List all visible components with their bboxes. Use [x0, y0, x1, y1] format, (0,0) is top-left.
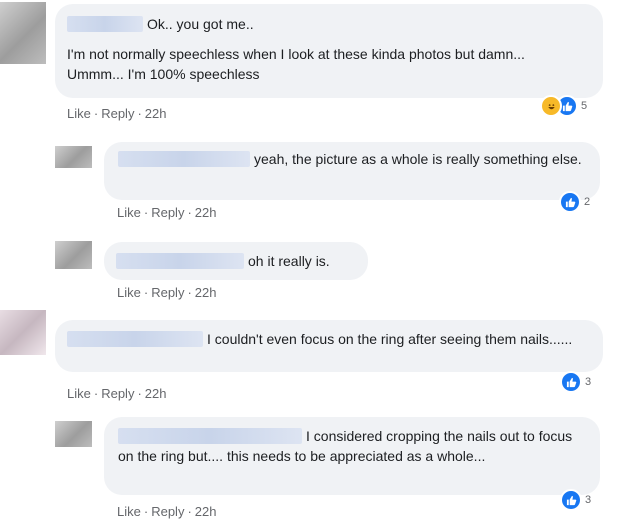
separator: · [187, 504, 192, 519]
reaction-count: 2 [584, 196, 591, 208]
reaction-summary[interactable]: 5 [540, 95, 587, 117]
comment-actions: Like · Reply · 22h [117, 504, 217, 519]
comment-text: oh it really is. [248, 253, 330, 269]
comment-text-line-1: Ok.. you got me.. [147, 16, 254, 32]
comment-text-body: I'm not normally speechless when I look … [67, 46, 525, 82]
reaction-count: 3 [585, 494, 592, 506]
like-link[interactable]: Like [117, 285, 141, 300]
commenter-name[interactable] [118, 428, 302, 444]
like-icon [560, 371, 582, 393]
comment-bubble: I couldn't even focus on the ring after … [55, 320, 603, 372]
timestamp[interactable]: 22h [145, 386, 167, 401]
comment-text: I couldn't even focus on the ring after … [207, 331, 573, 347]
commenter-name[interactable] [67, 331, 203, 347]
reaction-count: 3 [585, 376, 592, 388]
comment-actions: Like · Reply · 22h [117, 205, 217, 220]
like-icon [559, 191, 581, 213]
reaction-summary[interactable]: 3 [560, 371, 591, 393]
separator: · [137, 106, 142, 121]
reply-link[interactable]: Reply [151, 205, 184, 220]
comment-actions: Like · Reply · 22h [117, 285, 217, 300]
separator: · [187, 285, 192, 300]
avatar[interactable] [55, 421, 92, 447]
comment-bubble: I considered cropping the nails out to f… [104, 417, 600, 495]
comment-actions: Like · Reply · 22h [67, 386, 167, 401]
reply-link[interactable]: Reply [151, 285, 184, 300]
comment-bubble: yeah, the picture as a whole is really s… [104, 142, 600, 200]
like-icon [560, 489, 582, 511]
avatar[interactable] [0, 2, 46, 64]
avatar[interactable] [55, 146, 92, 168]
comment-first-line: Ok.. you got me.. [67, 14, 591, 34]
separator: · [143, 285, 149, 300]
reaction-summary[interactable]: 3 [560, 489, 591, 511]
separator: · [143, 504, 149, 519]
haha-icon [540, 95, 562, 117]
reply-link[interactable]: Reply [151, 504, 184, 519]
commenter-name[interactable] [118, 151, 250, 167]
separator: · [93, 386, 99, 401]
separator: · [93, 106, 99, 121]
timestamp[interactable]: 22h [145, 106, 167, 121]
like-link[interactable]: Like [117, 205, 141, 220]
timestamp[interactable]: 22h [195, 285, 217, 300]
timestamp[interactable]: 22h [195, 205, 217, 220]
commenter-name[interactable] [67, 16, 143, 32]
separator: · [187, 205, 192, 220]
like-link[interactable]: Like [117, 504, 141, 519]
commenter-name[interactable] [116, 253, 244, 269]
reply-link[interactable]: Reply [101, 386, 134, 401]
avatar[interactable] [55, 241, 92, 269]
separator: · [137, 386, 142, 401]
timestamp[interactable]: 22h [195, 504, 217, 519]
reaction-summary[interactable]: 2 [559, 191, 590, 213]
separator: · [143, 205, 149, 220]
comment-text: yeah, the picture as a whole is really s… [254, 151, 582, 167]
comment-actions: Like · Reply · 22h [67, 106, 167, 121]
comment-bubble: oh it really is. [104, 242, 368, 280]
comment-bubble: Ok.. you got me.. I'm not normally speec… [55, 4, 603, 98]
like-link[interactable]: Like [67, 106, 91, 121]
like-link[interactable]: Like [67, 386, 91, 401]
avatar[interactable] [0, 310, 46, 355]
reaction-count: 5 [581, 100, 588, 112]
reply-link[interactable]: Reply [101, 106, 134, 121]
